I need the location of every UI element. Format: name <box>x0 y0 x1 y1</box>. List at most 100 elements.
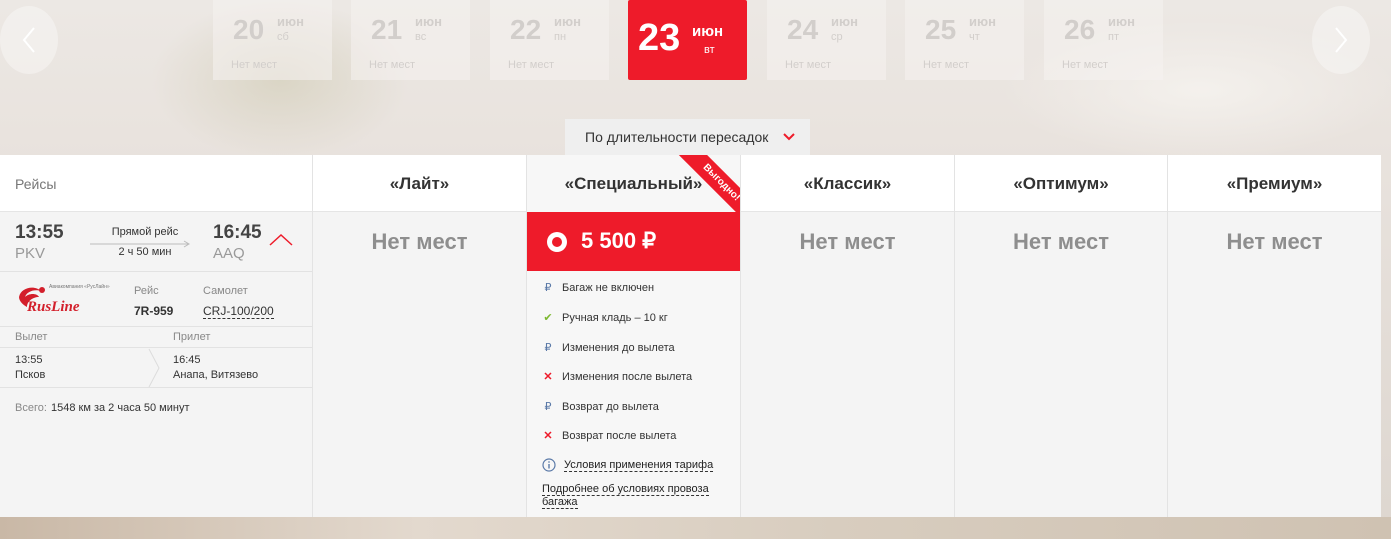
date-option-25[interactable]: 25 июн чт Нет мест <box>905 0 1024 80</box>
feature-text: Возврат до вылета <box>562 400 659 413</box>
date-status: Нет мест <box>785 59 832 71</box>
radio-selected-icon <box>547 232 567 252</box>
collapse-chevron-up-icon[interactable] <box>268 233 294 247</box>
feature-text: Изменения до вылета <box>562 341 675 354</box>
fares-table: Рейсы 13:55 PKV Прямой рейс 2 ч 50 мин 1… <box>0 155 1381 517</box>
fare-status: Нет мест <box>371 229 468 254</box>
arrival-city: Анапа, Витязево <box>173 369 259 381</box>
date-day: 24 <box>787 14 819 45</box>
feature-text: Возврат после вылета <box>562 429 677 442</box>
divider <box>0 387 312 388</box>
date-month: июн <box>1108 14 1135 29</box>
date-status: Нет мест <box>369 59 416 71</box>
fare-status: Нет мест <box>1226 229 1323 254</box>
baggage-link-line1: Подробнее об условиях провоза <box>542 483 709 496</box>
date-option-22[interactable]: 22 июн пн Нет мест <box>490 0 609 80</box>
chevron-separator-icon <box>148 348 160 388</box>
date-weekday: пт <box>1108 31 1119 43</box>
airline-logo: Авиакомпания «РусЛайн» RusLine <box>15 283 110 319</box>
feature-text: Изменения после вылета <box>562 370 693 383</box>
date-option-24[interactable]: 24 июн ср Нет мест <box>767 0 886 80</box>
date-option-20[interactable]: 20 июн сб Нет мест <box>213 0 332 80</box>
fare-conditions-link[interactable]: Условия применения тарифа <box>564 459 714 472</box>
fare-select-button[interactable]: 5 500 ₽ <box>527 212 740 271</box>
date-day: 25 <box>925 14 957 45</box>
airline-name: RusLine <box>27 299 80 315</box>
date-weekday: вс <box>415 31 427 43</box>
fare-column-lite: «Лайт» Нет мест <box>312 155 526 517</box>
cross-icon: ✕ <box>543 430 553 442</box>
departure-detail-time: 13:55 <box>15 354 43 366</box>
fare-name: «Премиум» <box>1226 173 1323 193</box>
total-distance: 1548 км за 2 часа 50 минут <box>51 402 190 414</box>
fare-status: Нет мест <box>799 229 896 254</box>
date-month: июн <box>692 23 724 40</box>
date-weekday: чт <box>969 31 980 43</box>
fare-column-classic: «Классик» Нет мест <box>740 155 954 517</box>
flight-type: Прямой рейс <box>111 226 179 238</box>
divider <box>0 271 312 272</box>
prev-dates-button[interactable] <box>0 6 58 74</box>
chevron-left-icon <box>22 27 35 53</box>
fare-feature: ₽ Изменения до вылета <box>542 341 675 355</box>
feature-text: Багаж не включен <box>562 281 655 294</box>
fare-name: «Классик» <box>803 173 892 193</box>
info-icon <box>542 458 556 472</box>
fare-feature: ₽ Багаж не включен <box>542 281 655 295</box>
date-option-23-selected[interactable]: 23 июн вт <box>628 0 747 80</box>
sort-dropdown[interactable]: По длительности пересадок <box>565 119 810 155</box>
date-weekday: пн <box>554 31 567 43</box>
date-weekday: вт <box>704 44 715 56</box>
date-day: 22 <box>510 14 542 45</box>
flight-number-label: Рейс <box>134 285 159 297</box>
aircraft-link[interactable]: CRJ-100/200 <box>203 304 274 319</box>
departure-label: Вылет <box>15 331 48 343</box>
chevron-down-icon <box>783 133 795 141</box>
ruble-icon: ₽ <box>544 282 552 294</box>
total-label: Всего: <box>15 402 47 414</box>
flights-header: Рейсы <box>15 176 57 192</box>
fare-feature: ₽ Возврат до вылета <box>542 400 659 414</box>
date-month: июн <box>554 14 581 29</box>
date-month: июн <box>969 14 996 29</box>
departure-code: PKV <box>15 245 46 262</box>
arrival-code: AAQ <box>213 245 245 262</box>
deal-ribbon: Выгодно! <box>677 155 741 219</box>
date-day: 20 <box>233 14 265 45</box>
date-status: Нет мест <box>923 59 970 71</box>
date-day: 21 <box>371 14 403 45</box>
arrival-label: Прилет <box>173 331 211 343</box>
date-option-21[interactable]: 21 июн вс Нет мест <box>351 0 470 80</box>
baggage-conditions-link[interactable]: Подробнее об условиях провоза багажа <box>542 483 709 509</box>
sort-label: По длительности пересадок <box>585 129 769 145</box>
background-strip <box>0 517 1391 539</box>
deal-badge: Выгодно! <box>678 155 741 219</box>
fare-conditions-row: Условия применения тарифа <box>542 458 714 472</box>
next-dates-button[interactable] <box>1312 6 1370 74</box>
airline-tagline: Авиакомпания «РусЛайн» <box>49 284 110 290</box>
divider <box>0 326 312 327</box>
date-status: Нет мест <box>231 59 278 71</box>
departure-time: 13:55 <box>15 222 64 243</box>
feature-text: Ручная кладь – 10 кг <box>562 311 668 324</box>
date-month: июн <box>277 14 304 29</box>
fare-status: Нет мест <box>1013 229 1109 254</box>
flight-details: 13:55 PKV Прямой рейс 2 ч 50 мин 16:45 A… <box>0 212 312 517</box>
fare-column-optimum: «Оптимум» Нет мест <box>954 155 1167 517</box>
baggage-link-line2: багажа <box>542 496 578 509</box>
date-day: 26 <box>1064 14 1096 45</box>
date-weekday: сб <box>277 31 289 43</box>
date-month: июн <box>415 14 442 29</box>
date-status: Нет мест <box>508 59 555 71</box>
check-icon: ✔ <box>543 312 553 324</box>
fare-name: «Оптимум» <box>1013 173 1109 193</box>
arrival-detail-time: 16:45 <box>173 354 201 366</box>
date-option-26[interactable]: 26 июн пт Нет мест <box>1044 0 1163 80</box>
ruble-icon: ₽ <box>544 401 552 413</box>
departure-city: Псков <box>15 369 46 381</box>
date-status: Нет мест <box>1062 59 1109 71</box>
fare-feature: ✔ Ручная кладь – 10 кг <box>542 311 668 325</box>
fare-feature: ✕ Возврат после вылета <box>542 429 677 443</box>
fare-column-special: «Специальный» Выгодно! 5 500 ₽ ₽ Багаж н… <box>526 155 741 517</box>
fare-name: «Лайт» <box>389 173 450 193</box>
